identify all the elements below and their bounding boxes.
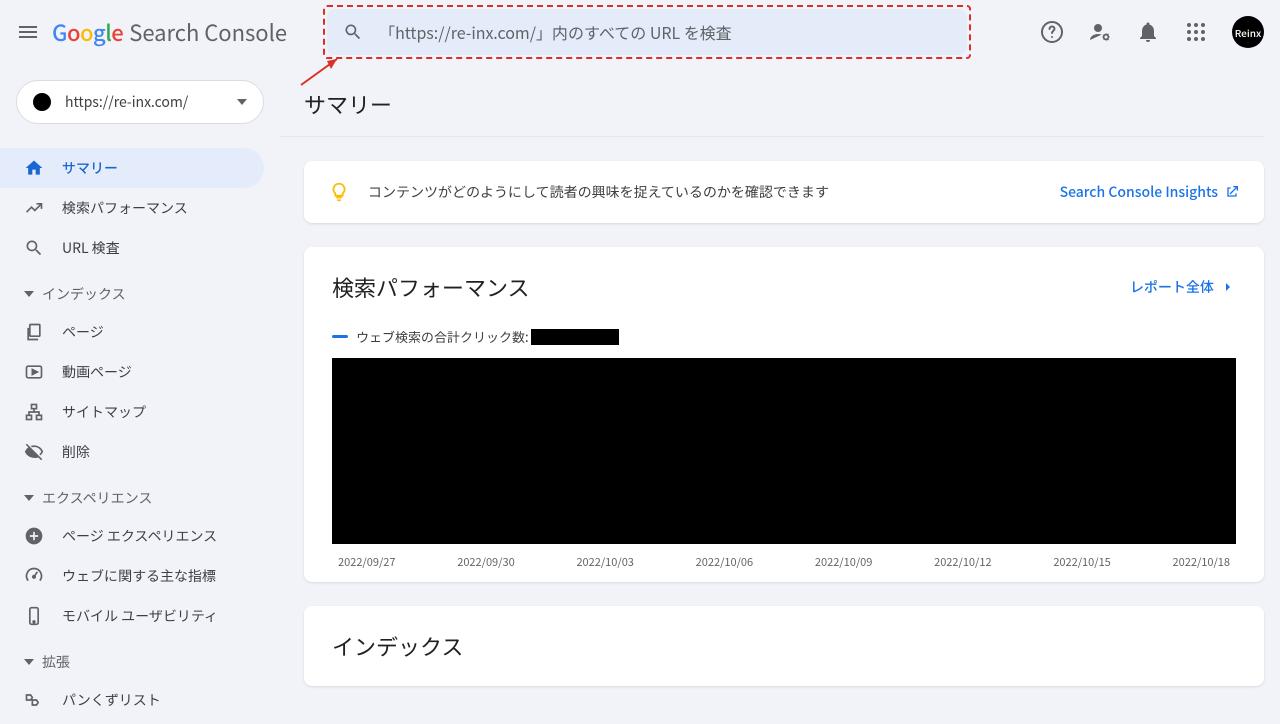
speed-icon: [24, 566, 44, 586]
index-card: インデックス: [304, 606, 1264, 686]
product-name: Search Console: [129, 16, 287, 48]
sidebar-item-sitemap[interactable]: サイトマップ: [0, 392, 264, 432]
x-tick: 2022/09/27: [338, 554, 395, 570]
legend-label: ウェブ検索の合計クリック数:: [356, 327, 529, 346]
sidebar-section-label: インデックス: [42, 284, 126, 304]
caret-down-icon: [24, 495, 34, 501]
home-icon: [24, 158, 44, 178]
video-icon: [24, 362, 44, 382]
url-inspect-search-wrap: [327, 9, 967, 55]
open-in-new-icon: [1224, 184, 1240, 200]
sidebar-section-enhancements[interactable]: 拡張: [0, 636, 280, 680]
breadcrumb-icon: [24, 690, 44, 710]
sidebar-label: 検索パフォーマンス: [62, 198, 188, 218]
sidebar-item-core-web-vitals[interactable]: ウェブに関する主な指標: [0, 556, 264, 596]
performance-card-header: 検索パフォーマンス レポート全体: [332, 271, 1236, 303]
google-logo-text: Google: [52, 16, 123, 48]
full-report-label: レポート全体: [1130, 277, 1214, 297]
sidebar-item-page-experience[interactable]: ページ エクスペリエンス: [0, 516, 264, 556]
performance-chart[interactable]: [332, 358, 1236, 544]
sidebar-item-removals[interactable]: 削除: [0, 432, 264, 472]
apps-grid-icon[interactable]: [1184, 20, 1208, 44]
app-header: Google Search Console Reinx: [0, 0, 1280, 64]
sidebar-section-label: 拡張: [42, 652, 70, 672]
url-inspect-input[interactable]: [379, 20, 951, 44]
site-favicon-icon: [33, 93, 51, 111]
sidebar-item-url-inspect[interactable]: URL 検査: [0, 228, 264, 268]
sidebar-label: ウェブに関する主な指標: [62, 566, 216, 586]
sidebar-item-pages[interactable]: ページ: [0, 312, 264, 352]
sidebar-item-summary[interactable]: サマリー: [0, 148, 264, 188]
property-selector[interactable]: https://re-inx.com/: [16, 80, 264, 124]
sidebar-section-label: エクスペリエンス: [42, 488, 152, 508]
account-avatar[interactable]: Reinx: [1232, 16, 1264, 48]
sidebar-label: モバイル ユーザビリティ: [62, 606, 218, 626]
chart-legend: ウェブ検索の合計クリック数:: [332, 327, 1236, 346]
sidebar-label: ページ: [62, 322, 104, 342]
plus-circle-icon: [24, 526, 44, 546]
sidebar-label: ページ エクスペリエンス: [62, 526, 217, 546]
sidebar: https://re-inx.com/ サマリー 検索パフォーマンス URL 検…: [0, 64, 280, 724]
legend-value-redacted: [531, 329, 619, 345]
x-tick: 2022/10/15: [1053, 554, 1110, 570]
dropdown-caret-icon: [237, 99, 247, 105]
property-url-label: https://re-inx.com/: [65, 92, 237, 112]
x-tick: 2022/09/30: [457, 554, 514, 570]
chevron-right-icon: [1220, 279, 1236, 295]
performance-card: 検索パフォーマンス レポート全体 ウェブ検索の合計クリック数: 2022/09/…: [304, 247, 1264, 582]
insights-link[interactable]: Search Console Insights: [1060, 182, 1240, 202]
caret-down-icon: [24, 659, 34, 665]
trend-icon: [24, 198, 44, 218]
sidebar-section-experience[interactable]: エクスペリエンス: [0, 472, 280, 516]
x-tick: 2022/10/18: [1173, 554, 1230, 570]
chart-x-axis: 2022/09/27 2022/09/30 2022/10/03 2022/10…: [332, 544, 1236, 570]
legend-marker-icon: [332, 335, 348, 338]
notifications-icon[interactable]: [1136, 20, 1160, 44]
page-title: サマリー: [280, 64, 1264, 137]
search-icon: [343, 22, 363, 42]
sitemap-icon: [24, 402, 44, 422]
lightbulb-icon: [328, 181, 350, 203]
visibility-off-icon: [24, 442, 44, 462]
x-tick: 2022/10/06: [696, 554, 753, 570]
url-inspect-search-bar[interactable]: [327, 9, 967, 55]
help-icon[interactable]: [1040, 20, 1064, 44]
sidebar-label: サマリー: [62, 158, 118, 178]
x-tick: 2022/10/03: [576, 554, 633, 570]
insights-text: コンテンツがどのようにして読者の興味を捉えているのかを確認できます: [368, 182, 1060, 202]
insights-link-label: Search Console Insights: [1060, 182, 1218, 202]
phone-icon: [24, 606, 44, 626]
x-tick: 2022/10/12: [934, 554, 991, 570]
search-icon: [24, 238, 44, 258]
sidebar-section-index[interactable]: インデックス: [0, 268, 280, 312]
full-report-link[interactable]: レポート全体: [1130, 277, 1236, 297]
sidebar-item-breadcrumbs[interactable]: パンくずリスト: [0, 680, 264, 720]
insights-card: コンテンツがどのようにして読者の興味を捉えているのかを確認できます Search…: [304, 161, 1264, 223]
index-card-title: インデックス: [332, 630, 1236, 662]
sidebar-label: 削除: [62, 442, 90, 462]
main-content: サマリー コンテンツがどのようにして読者の興味を捉えているのかを確認できます S…: [280, 64, 1280, 724]
performance-title: 検索パフォーマンス: [332, 271, 530, 303]
pages-icon: [24, 322, 44, 342]
caret-down-icon: [24, 291, 34, 297]
sidebar-label: 動画ページ: [62, 362, 132, 382]
sidebar-item-mobile-usability[interactable]: モバイル ユーザビリティ: [0, 596, 264, 636]
sidebar-item-performance[interactable]: 検索パフォーマンス: [0, 188, 264, 228]
x-tick: 2022/10/09: [815, 554, 872, 570]
sidebar-label: URL 検査: [62, 238, 120, 258]
header-actions: Reinx: [992, 16, 1264, 48]
hamburger-menu-icon[interactable]: [16, 20, 40, 44]
annotation-arrow-icon: [299, 57, 341, 87]
user-settings-icon[interactable]: [1088, 20, 1112, 44]
product-logo[interactable]: Google Search Console: [52, 16, 287, 48]
sidebar-label: パンくずリスト: [62, 690, 161, 710]
sidebar-label: サイトマップ: [62, 402, 146, 422]
sidebar-item-video-pages[interactable]: 動画ページ: [0, 352, 264, 392]
